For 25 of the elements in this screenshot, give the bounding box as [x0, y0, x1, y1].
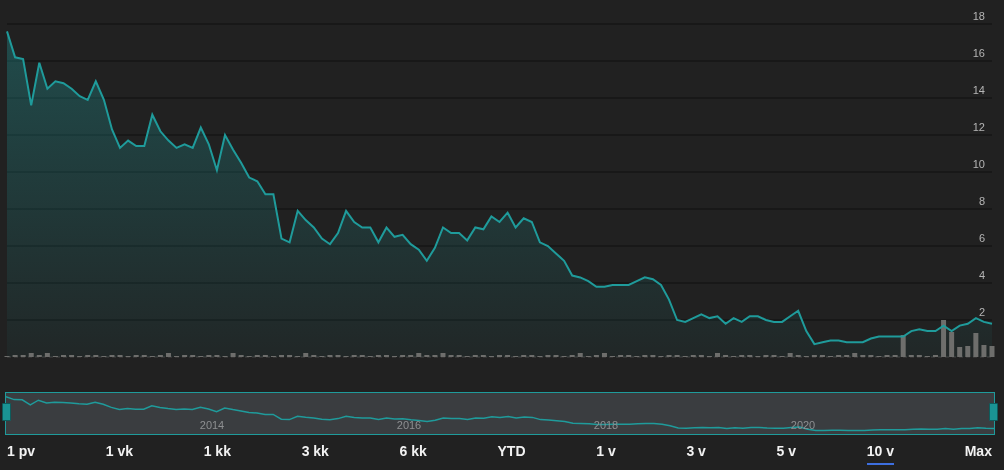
range-button[interactable]: 3 kk — [301, 443, 329, 465]
y-tick-label: 10 — [972, 158, 985, 170]
y-tick-label: 6 — [978, 232, 985, 244]
range-button[interactable]: 1 kk — [203, 443, 231, 465]
range-button[interactable]: 1 v — [596, 443, 616, 465]
y-tick-label: 4 — [978, 269, 985, 281]
year-label: 2016 — [396, 419, 422, 431]
y-tick-label: 2 — [978, 306, 985, 318]
range-button[interactable]: 6 kk — [399, 443, 427, 465]
y-tick-label: 8 — [978, 195, 985, 207]
range-handle[interactable] — [2, 403, 11, 421]
range-button[interactable]: Max — [964, 443, 992, 465]
year-label: 2020 — [790, 419, 816, 431]
range-button[interactable]: 3 v — [686, 443, 706, 465]
range-button[interactable]: 10 v — [866, 443, 894, 465]
y-tick-label: 16 — [972, 47, 985, 59]
range-button[interactable]: 1 vk — [105, 443, 133, 465]
y-tick-label: 18 — [972, 10, 985, 22]
range-button[interactable]: 5 v — [776, 443, 797, 465]
range-handle[interactable] — [989, 403, 998, 421]
y-tick-label: 12 — [972, 121, 985, 133]
range-button[interactable]: 1 pv — [7, 443, 35, 465]
range-button[interactable]: YTD — [497, 443, 526, 465]
y-tick-label: 14 — [972, 84, 985, 96]
year-label: 2014 — [199, 419, 225, 431]
